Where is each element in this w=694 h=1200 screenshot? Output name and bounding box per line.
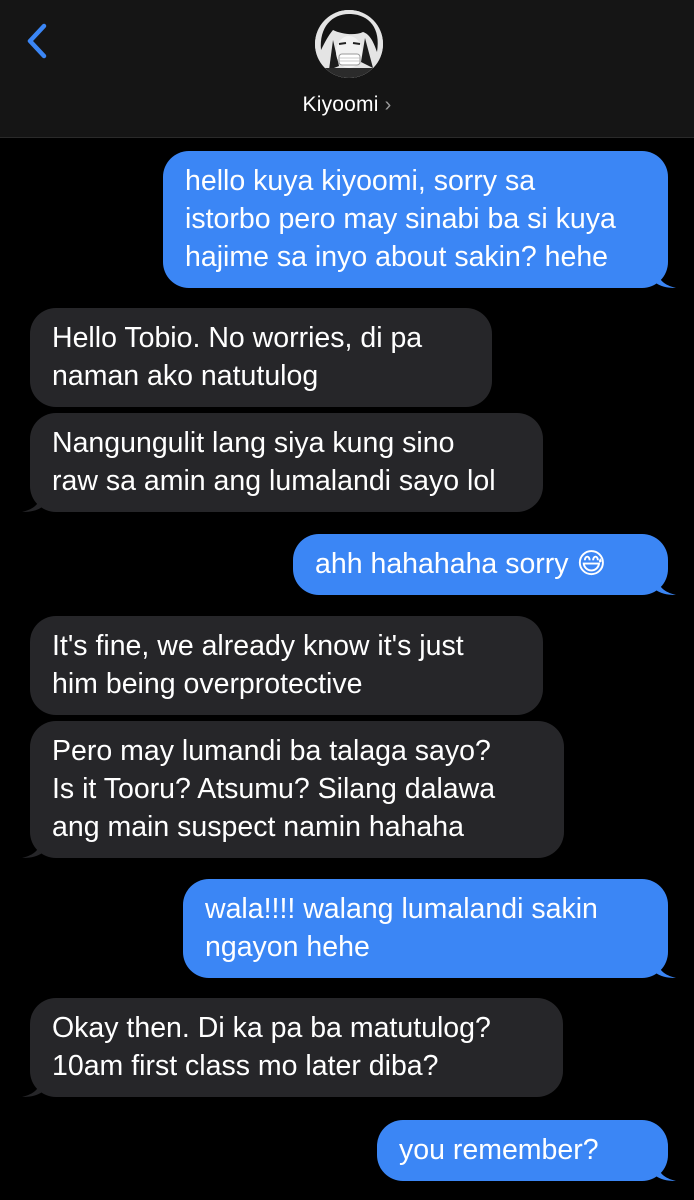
bubble-tail	[656, 1161, 676, 1181]
contact-avatar[interactable]	[315, 10, 383, 78]
contact-name-button[interactable]: Kiyoomi ›	[0, 93, 694, 117]
message-bubble: Hello Tobio. No worries, di pa naman ako…	[30, 308, 492, 407]
message-sent[interactable]: hello kuya kiyoomi, sorry sa istorbo per…	[163, 151, 676, 288]
back-button[interactable]	[18, 22, 58, 62]
chevron-left-icon	[27, 23, 47, 59]
bubble-tail	[656, 575, 676, 595]
bubble-tail	[656, 268, 676, 288]
message-sent[interactable]: you remember?	[377, 1120, 676, 1181]
bubble-tail	[22, 492, 42, 512]
message-received[interactable]: It's fine, we already know it's just him…	[30, 616, 543, 715]
message-bubble: It's fine, we already know it's just him…	[30, 616, 543, 715]
message-thread[interactable]: hello kuya kiyoomi, sorry sa istorbo per…	[0, 137, 694, 1200]
message-received[interactable]: Nangungulit lang siya kung sino raw sa a…	[22, 413, 543, 512]
contact-name: Kiyoomi	[302, 93, 379, 116]
message-received[interactable]: Hello Tobio. No worries, di pa naman ako…	[30, 308, 492, 407]
message-sent[interactable]: ahh hahahaha sorry 😅	[293, 534, 676, 595]
message-received[interactable]: Pero may lumandi ba talaga sayo? Is it T…	[22, 721, 564, 858]
bubble-tail	[22, 838, 42, 858]
bubble-tail	[656, 958, 676, 978]
message-bubble: Nangungulit lang siya kung sino raw sa a…	[30, 413, 543, 512]
message-bubble: Pero may lumandi ba talaga sayo? Is it T…	[30, 721, 564, 858]
message-bubble: ahh hahahaha sorry 😅	[293, 534, 668, 595]
bubble-tail	[22, 1077, 42, 1097]
message-bubble: Okay then. Di ka pa ba matutulog? 10am f…	[30, 998, 563, 1097]
message-bubble: you remember?	[377, 1120, 668, 1181]
message-bubble: wala!!!! walang lumalandi sakin ngayon h…	[183, 879, 668, 978]
message-sent[interactable]: wala!!!! walang lumalandi sakin ngayon h…	[183, 879, 676, 978]
message-bubble: hello kuya kiyoomi, sorry sa istorbo per…	[163, 151, 668, 288]
conversation-header: Kiyoomi ›	[0, 0, 694, 138]
chevron-right-icon: ›	[384, 94, 392, 116]
message-received[interactable]: Okay then. Di ka pa ba matutulog? 10am f…	[22, 998, 563, 1097]
